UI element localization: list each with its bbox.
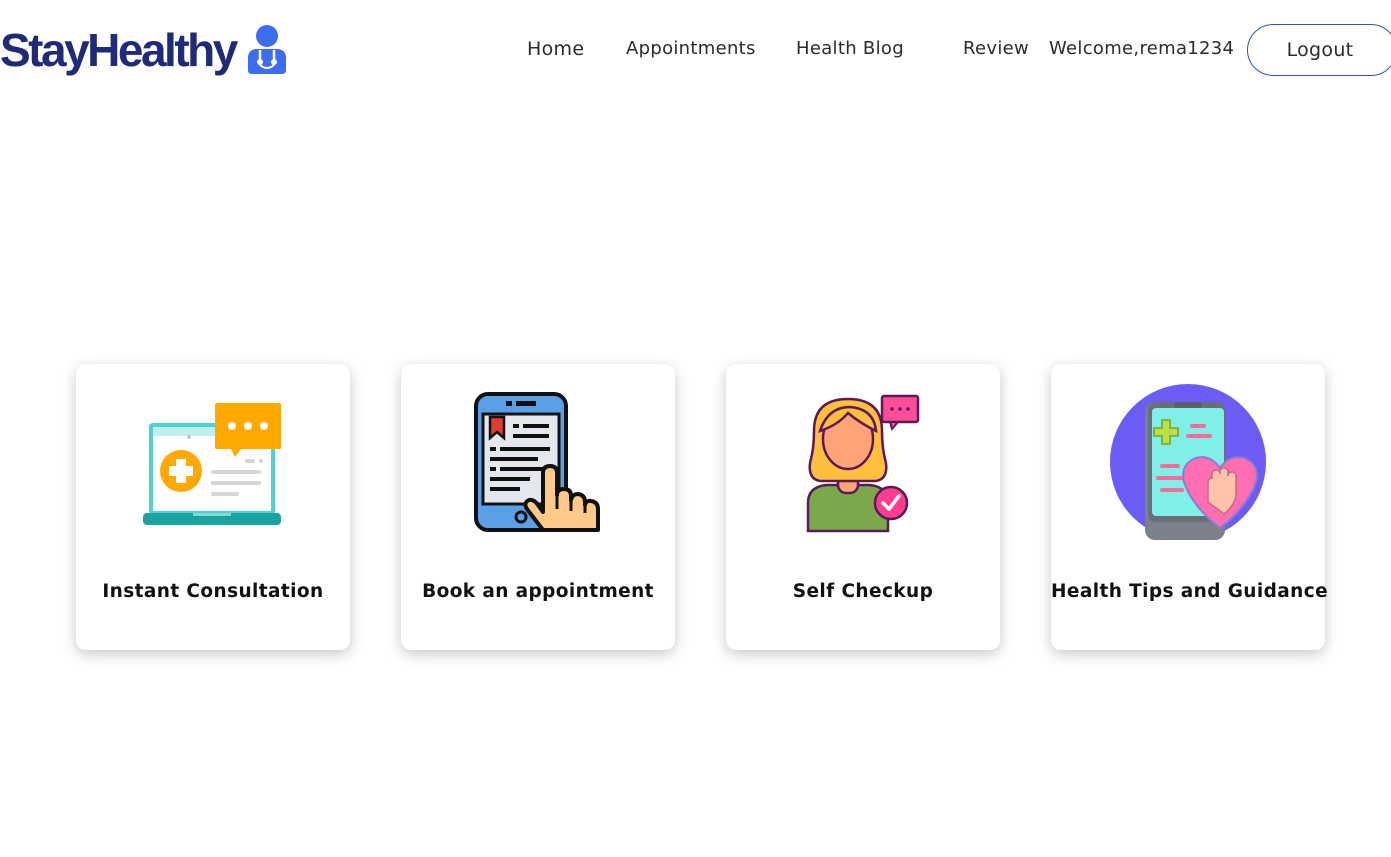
service-label: Instant Consultation — [102, 581, 324, 602]
service-card-health-tips[interactable]: Health Tips and Guidance — [1051, 364, 1329, 650]
service-label: Self Checkup — [792, 581, 934, 602]
self-checkup-woman-icon — [726, 382, 1000, 542]
nav-links: Home Appointments Health Blog Review Wel… — [0, 0, 1391, 100]
service-label: Book an appointment — [422, 581, 654, 602]
nav-review-link[interactable]: Review — [963, 38, 1029, 59]
logout-button[interactable]: Logout — [1247, 24, 1391, 76]
service-card-self-checkup[interactable]: Self Checkup — [726, 364, 1000, 650]
nav-home-link[interactable]: Home — [527, 38, 584, 60]
service-label: Health Tips and Guidance — [1051, 581, 1329, 602]
phone-booking-icon — [401, 382, 675, 542]
services-section: Instant Consultation Book an appointment… — [76, 364, 1329, 650]
laptop-medical-chat-icon — [76, 382, 350, 542]
nav-health-blog-link[interactable]: Health Blog — [796, 38, 904, 59]
service-card-book-appointment[interactable]: Book an appointment — [401, 364, 675, 650]
service-card-instant-consultation[interactable]: Instant Consultation — [76, 364, 350, 650]
nav-appointments-link[interactable]: Appointments — [626, 38, 756, 59]
navbar: StayHealthy Home Appointments Health Blo… — [0, 0, 1391, 100]
welcome-user-text: Welcome,rema1234 — [1049, 38, 1235, 59]
phone-heart-tips-icon — [1051, 382, 1325, 542]
